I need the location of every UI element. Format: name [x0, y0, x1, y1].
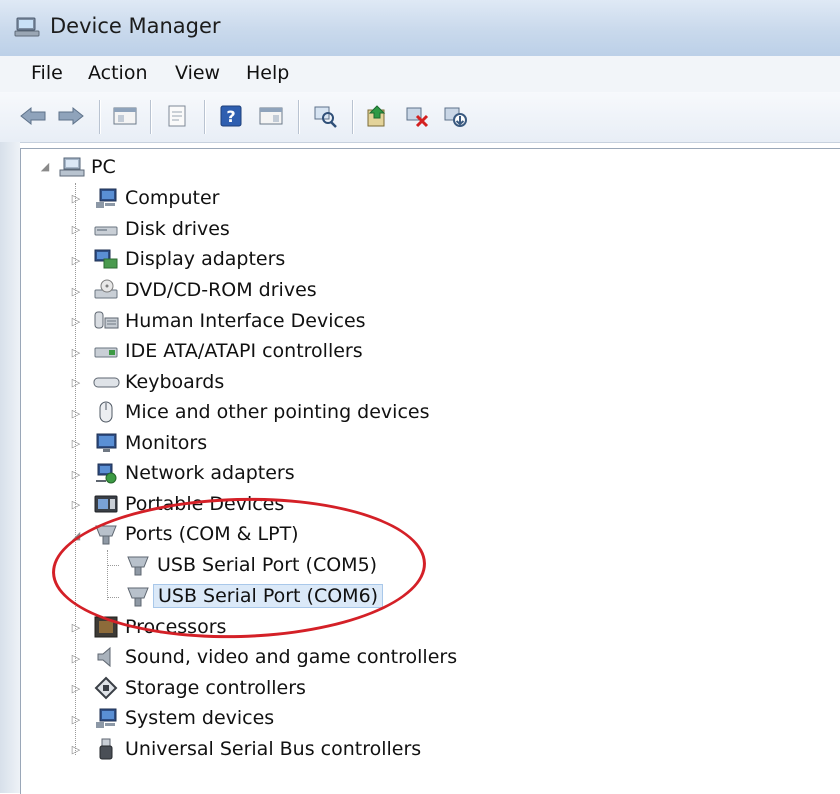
title-bar: Device Manager — [0, 0, 840, 57]
port-usb-serial-com6[interactable]: USB Serial Port (COM6) — [124, 582, 384, 610]
hid-icon — [92, 309, 120, 333]
category-label: Disk drives — [125, 218, 230, 240]
toolbar: ? — [0, 92, 840, 143]
category-label: Display adapters — [125, 248, 286, 270]
expand-toggle[interactable]: ▷ — [71, 468, 81, 481]
menu-help[interactable]: Help — [242, 62, 293, 84]
category-label: System devices — [125, 707, 275, 729]
back-icon[interactable] — [18, 101, 48, 131]
category-label: Universal Serial Bus controllers — [125, 738, 422, 760]
tree-root-pc[interactable]: PC — [58, 153, 116, 181]
expand-toggle[interactable]: ▷ — [71, 407, 81, 420]
device-manager-icon — [14, 16, 40, 38]
portable-device-icon — [92, 492, 120, 516]
category-label: Human Interface Devices — [125, 310, 366, 332]
category-system-devices[interactable]: System devices — [92, 704, 274, 732]
expand-toggle[interactable]: ▷ — [71, 621, 81, 634]
category-storage-controllers[interactable]: Storage controllers — [92, 674, 306, 702]
disk-drive-icon — [92, 217, 120, 241]
disable-device-icon[interactable] — [440, 101, 470, 131]
category-label: Keyboards — [125, 371, 225, 393]
computer-icon — [58, 155, 86, 179]
menu-file[interactable]: File — [27, 62, 67, 84]
category-usb-controllers[interactable]: Universal Serial Bus controllers — [92, 735, 421, 763]
device-label: USB Serial Port (COM5) — [157, 554, 378, 576]
expand-toggle[interactable]: ▷ — [71, 223, 81, 236]
window-left-border — [0, 142, 20, 793]
scan-hardware-icon[interactable] — [310, 101, 340, 131]
category-label: Portable Devices — [125, 493, 285, 515]
help-icon[interactable]: ? — [216, 101, 246, 131]
expand-toggle[interactable]: ▷ — [71, 682, 81, 695]
category-label: Monitors — [125, 432, 208, 454]
expand-toggle[interactable]: ▷ — [71, 713, 81, 726]
category-dvd-cd-rom[interactable]: DVD/CD-ROM drives — [92, 276, 317, 304]
display-adapter-icon — [92, 247, 120, 271]
svg-text:?: ? — [226, 107, 235, 126]
window-title: Device Manager — [50, 14, 221, 38]
expand-toggle[interactable]: ▷ — [71, 498, 81, 511]
speaker-icon — [92, 645, 120, 669]
action-pane-icon[interactable] — [256, 101, 286, 131]
category-label: IDE ATA/ATAPI controllers — [125, 340, 363, 362]
menu-view[interactable]: View — [171, 62, 224, 84]
category-label: Sound, video and game controllers — [125, 646, 458, 668]
menu-bar: File Action View Help — [0, 56, 840, 93]
port-usb-serial-com5[interactable]: USB Serial Port (COM5) — [124, 551, 377, 579]
category-sound-video-game[interactable]: Sound, video and game controllers — [92, 643, 457, 671]
usb-icon — [92, 737, 120, 761]
category-label: Network adapters — [125, 462, 295, 484]
category-label: DVD/CD-ROM drives — [125, 279, 317, 301]
expand-toggle[interactable]: ▷ — [71, 254, 81, 267]
optical-drive-icon — [92, 278, 120, 302]
category-label: Ports (COM & LPT) — [125, 523, 299, 545]
computer-icon — [92, 186, 120, 210]
uninstall-device-icon[interactable] — [402, 101, 432, 131]
category-computer[interactable]: Computer — [92, 184, 219, 212]
processor-icon — [92, 615, 120, 639]
category-label: Mice and other pointing devices — [125, 401, 430, 423]
collapse-ports-toggle[interactable]: ◢ — [71, 529, 81, 542]
category-ports-com-lpt[interactable]: Ports (COM & LPT) — [92, 520, 299, 548]
port-icon — [92, 522, 120, 546]
category-ide-ata-atapi[interactable]: IDE ATA/ATAPI controllers — [92, 337, 363, 365]
ide-controller-icon — [92, 339, 120, 363]
category-label: Computer — [125, 187, 220, 209]
category-portable-devices[interactable]: Portable Devices — [92, 490, 284, 518]
monitor-icon — [92, 431, 120, 455]
category-label: Storage controllers — [125, 677, 306, 699]
expand-toggle[interactable]: ▷ — [71, 652, 81, 665]
expand-pc-toggle[interactable]: ◢ — [40, 160, 50, 173]
expand-toggle[interactable]: ▷ — [71, 376, 81, 389]
expand-toggle[interactable]: ▷ — [71, 315, 81, 328]
serial-port-icon — [124, 584, 152, 608]
keyboard-icon — [92, 370, 120, 394]
category-mice[interactable]: Mice and other pointing devices — [92, 398, 429, 426]
expand-toggle[interactable]: ▷ — [71, 192, 81, 205]
device-label-selected: USB Serial Port (COM6) — [153, 584, 384, 608]
expand-toggle[interactable]: ▷ — [71, 346, 81, 359]
category-keyboards[interactable]: Keyboards — [92, 368, 224, 396]
menu-action[interactable]: Action — [84, 62, 152, 84]
show-hide-console-tree-icon[interactable] — [110, 101, 140, 131]
expand-toggle[interactable]: ▷ — [71, 743, 81, 756]
mouse-icon — [92, 400, 120, 424]
network-adapter-icon — [92, 461, 120, 485]
system-device-icon — [92, 706, 120, 730]
category-monitors[interactable]: Monitors — [92, 429, 207, 457]
properties-icon[interactable] — [162, 101, 192, 131]
forward-icon[interactable] — [56, 101, 86, 131]
expand-toggle[interactable]: ▷ — [71, 285, 81, 298]
expand-toggle[interactable]: ▷ — [71, 437, 81, 450]
serial-port-icon — [124, 553, 152, 577]
tree-root-label: PC — [91, 156, 116, 178]
category-processors[interactable]: Processors — [92, 613, 226, 641]
category-disk-drives[interactable]: Disk drives — [92, 215, 230, 243]
category-display-adapters[interactable]: Display adapters — [92, 245, 285, 273]
category-human-interface-devices[interactable]: Human Interface Devices — [92, 307, 366, 335]
storage-controller-icon — [92, 676, 120, 700]
category-label: Processors — [125, 616, 227, 638]
category-network-adapters[interactable]: Network adapters — [92, 459, 295, 487]
update-driver-icon[interactable] — [362, 101, 392, 131]
